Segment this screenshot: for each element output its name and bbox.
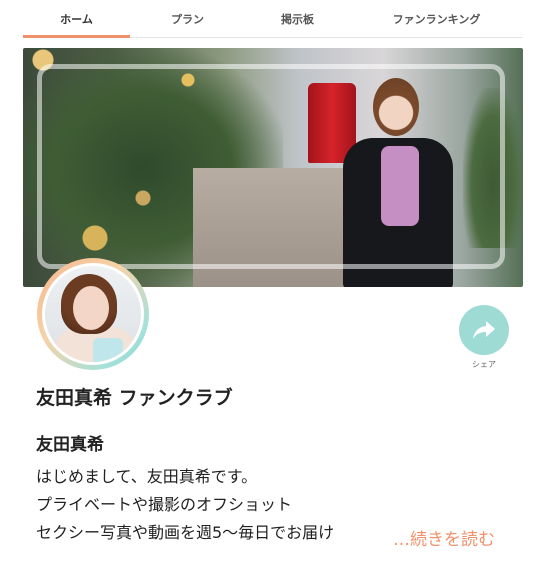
tab-home[interactable]: ホーム bbox=[23, 0, 130, 38]
cover-frame-overlay bbox=[37, 64, 505, 269]
avatar-border bbox=[42, 263, 144, 365]
avatar[interactable] bbox=[37, 258, 149, 370]
owner-name: 友田真希 bbox=[36, 435, 104, 455]
share-button[interactable] bbox=[459, 305, 509, 355]
share-arrow-icon bbox=[473, 321, 495, 339]
description-line: プライベートや撮影のオフショット bbox=[36, 495, 293, 514]
tab-plan[interactable]: プラン bbox=[130, 0, 245, 37]
read-more-link[interactable]: …続きを読む bbox=[393, 525, 495, 550]
fanclub-title: 友田真希 ファンクラブ bbox=[36, 387, 233, 409]
description-line: はじめまして、友田真希です。 bbox=[36, 467, 258, 486]
avatar-image bbox=[45, 266, 141, 362]
cover-image bbox=[23, 48, 523, 287]
tab-fan-ranking[interactable]: ファンランキング bbox=[350, 0, 523, 37]
tab-board[interactable]: 掲示板 bbox=[245, 0, 350, 37]
avatar-face bbox=[73, 286, 109, 330]
tab-bar: ホーム プラン 掲示板 ファンランキング bbox=[23, 0, 523, 38]
share-label: シェア bbox=[472, 360, 496, 369]
avatar-top bbox=[93, 338, 123, 362]
